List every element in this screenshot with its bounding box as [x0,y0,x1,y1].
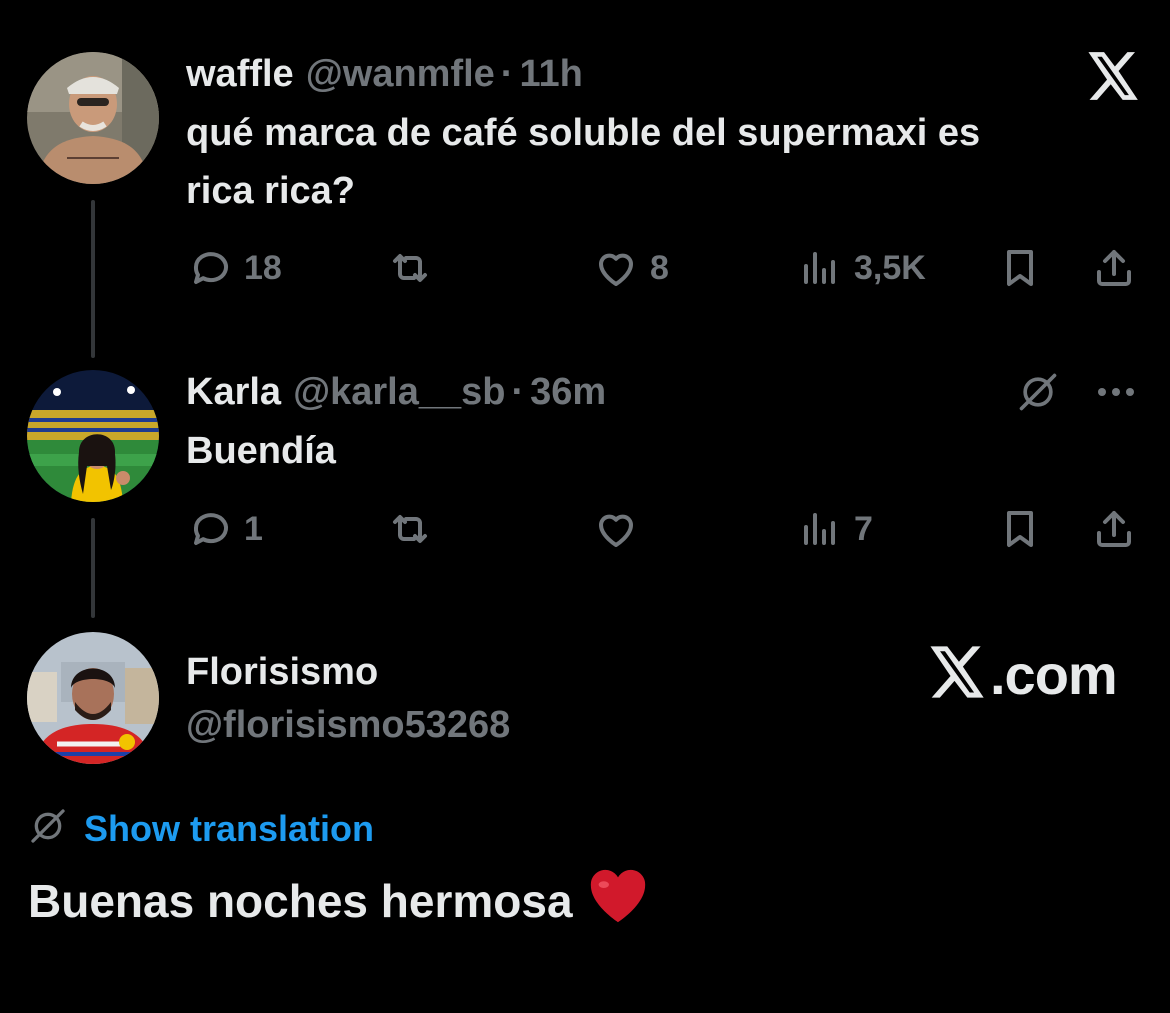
share-button[interactable] [1090,505,1138,553]
views-icon [796,244,844,292]
grok-icon[interactable] [1016,370,1060,414]
like-button[interactable]: 8 [592,244,669,292]
tweet-text-line: qué marca de café soluble del supermaxi … [186,112,981,154]
like-button[interactable] [592,505,650,553]
bookmark-icon [996,244,1044,292]
author-name[interactable]: Florisismo [186,650,378,694]
views-count: 3,5K [854,248,926,287]
translation-row: Show translation [28,806,374,851]
site-domain: .com [990,643,1118,706]
reply-author-handle: @florisismo53268 [186,703,510,747]
like-icon [592,244,640,292]
timestamp[interactable]: 11h [519,52,582,96]
tweet-header: waffle @wanmfle · 11h [186,52,583,96]
author-handle[interactable]: @karla__sb [293,370,505,414]
share-button[interactable] [1090,244,1138,292]
author-name[interactable]: waffle [186,52,294,96]
translate-icon [28,806,68,851]
retweet-icon [386,505,434,553]
like-count: 8 [650,248,669,287]
reply-author-name: Florisismo [186,650,378,694]
x-logo-icon [1088,52,1140,100]
share-icon [1090,505,1138,553]
thread-line [91,200,95,358]
author-handle[interactable]: @wanmfle [306,52,495,96]
views-count: 7 [854,509,873,548]
x-logo-icon [930,646,986,703]
reply-icon [186,244,234,292]
x-com-brand: .com [930,642,1118,707]
tweet-text: qué marca de café soluble del supermaxi … [186,104,980,220]
bookmark-icon [996,505,1044,553]
reply-button[interactable]: 18 [186,244,282,292]
reply-count: 1 [244,509,263,548]
avatar-florisismo[interactable] [27,632,159,764]
tweet-header: Karla @karla__sb · 36m [186,370,606,414]
views-icon [796,505,844,553]
bookmark-button[interactable] [996,244,1044,292]
reply-icon [186,505,234,553]
separator-dot: · [511,371,525,413]
tweet-text-line: rica rica? [186,170,355,212]
reply-text-content: Buenas noches hermosa [28,874,573,927]
like-icon [592,505,640,553]
reply-button[interactable]: 1 [186,505,263,553]
views-button[interactable]: 7 [796,505,873,553]
avatar-waffle[interactable] [27,52,159,184]
more-icon[interactable] [1098,388,1134,396]
share-icon [1090,244,1138,292]
author-name[interactable]: Karla [186,370,281,414]
thread-line [91,518,95,618]
heart-emoji-icon [587,866,649,935]
avatar-karla[interactable] [27,370,159,502]
retweet-button[interactable] [386,505,444,553]
author-handle[interactable]: @florisismo53268 [186,703,510,747]
views-button[interactable]: 3,5K [796,244,926,292]
bookmark-button[interactable] [996,505,1044,553]
show-translation-link[interactable]: Show translation [84,808,374,850]
reply-count: 18 [244,248,282,287]
retweet-icon [386,244,434,292]
separator-dot: · [500,53,514,95]
retweet-button[interactable] [386,244,444,292]
reply-text: Buenas noches hermosa [28,866,649,935]
timestamp[interactable]: 36m [530,370,606,414]
tweet-text: Buendía [186,430,336,472]
